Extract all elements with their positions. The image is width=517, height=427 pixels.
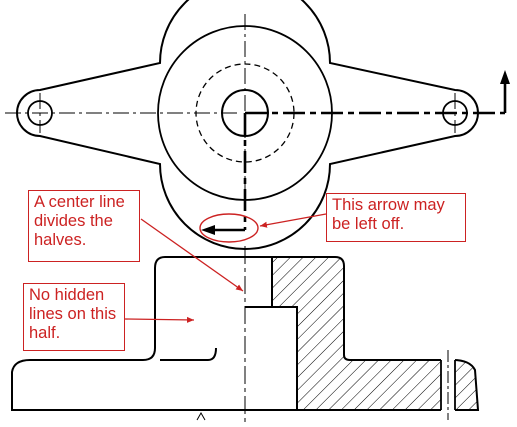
callout-arrow-optional: This arrow may be left off. — [326, 193, 466, 242]
callout-line: A center line — [34, 193, 125, 211]
leader-arrow-optional — [259, 213, 327, 228]
callout-line: No hidden — [29, 286, 105, 304]
callout-line: be left off. — [332, 215, 405, 233]
callout-line: halves. — [34, 231, 87, 249]
callout-no-hidden-lines: No hidden lines on this half. — [23, 283, 125, 351]
callout-line: lines on this — [29, 305, 117, 323]
hub-fillet — [160, 347, 217, 361]
callout-line: half. — [29, 324, 61, 342]
callout-line: This arrow may — [332, 196, 445, 214]
bottom-caret-mark — [196, 411, 206, 421]
leader-no-hidden — [124, 316, 195, 323]
center-lines — [5, 14, 456, 190]
callout-center-line: A center line divides the halves. — [28, 190, 140, 262]
cutting-plane-arrow-up — [500, 70, 510, 84]
figure-canvas: A center line divides the halves. No hid… — [0, 0, 517, 427]
callout-line: divides the — [34, 212, 113, 230]
